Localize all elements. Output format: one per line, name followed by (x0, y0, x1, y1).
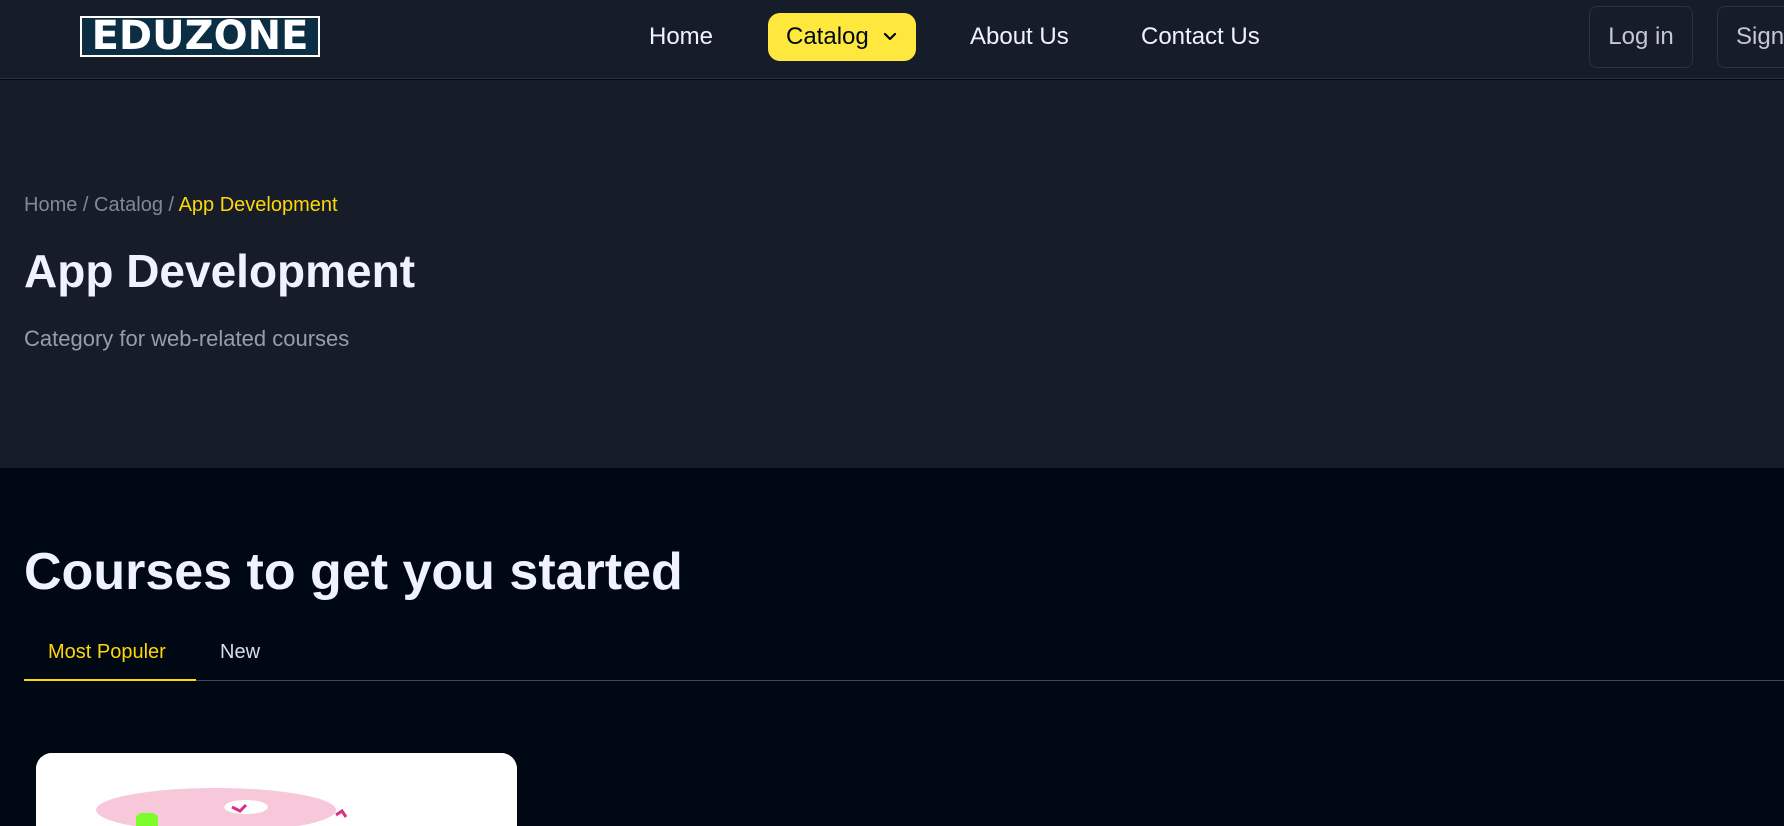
nav-link-contact[interactable]: Contact Us (1141, 22, 1260, 52)
nav-catalog-label: Catalog (786, 23, 869, 50)
logo-text: EDUZONE (82, 18, 318, 55)
nav-link-catalog[interactable]: Catalog (768, 13, 916, 61)
breadcrumb-home[interactable]: Home (24, 194, 77, 216)
breadcrumb: Home / Catalog / App Development (24, 193, 338, 217)
logo[interactable]: EDUZONE (80, 16, 320, 57)
section-title: Courses to get you started (24, 543, 683, 601)
chevron-down-icon (880, 13, 900, 61)
signup-button[interactable]: Sign up (1717, 6, 1784, 68)
category-hero: Home / Catalog / App Development App Dev… (0, 80, 1784, 468)
nav-link-home[interactable]: Home (649, 22, 713, 52)
tab-new[interactable]: New (220, 630, 260, 681)
breadcrumb-catalog[interactable]: Catalog (94, 194, 163, 216)
breadcrumb-current: App Development (178, 194, 338, 216)
course-thumbnail (36, 753, 517, 826)
page-description: Category for web-related courses (24, 326, 350, 351)
breadcrumb-separator: / (168, 194, 179, 216)
tab-most-popular[interactable]: Most Populer (24, 630, 196, 681)
login-button[interactable]: Log in (1589, 6, 1693, 68)
navbar: EDUZONE Home Catalog About Us Contact Us… (0, 0, 1784, 79)
course-tabs: Most Populer New (24, 630, 1784, 681)
course-card[interactable] (36, 753, 517, 826)
page-title: App Development (24, 245, 416, 297)
breadcrumb-separator: / (82, 194, 95, 216)
nav-link-about[interactable]: About Us (970, 22, 1069, 52)
